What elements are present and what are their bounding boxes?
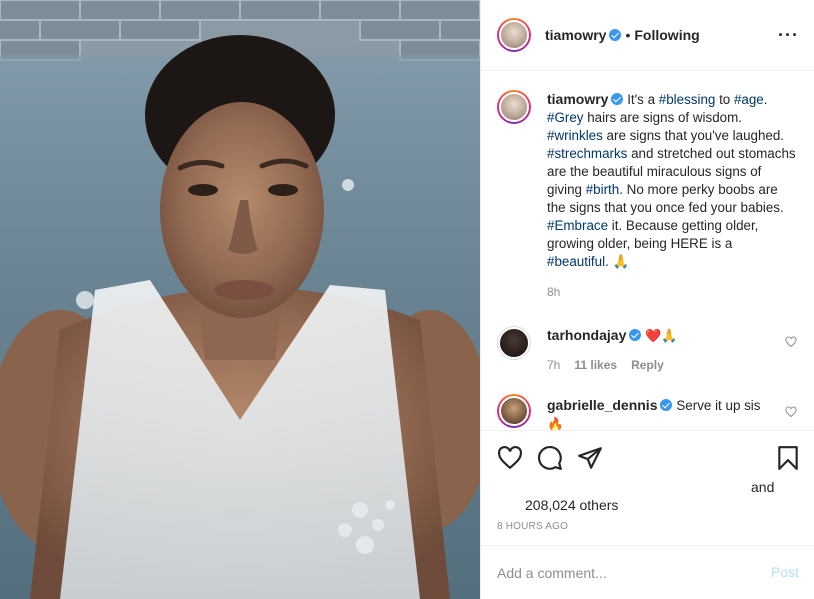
caption-fragment: . 🙏 [605,254,630,269]
verified-badge-icon [609,29,622,41]
hashtag-link[interactable]: #Grey [547,110,583,125]
comment-meta: 7h 11 likes Reply [547,358,664,372]
caption-fragment: to [715,92,734,107]
verified-badge-icon [611,93,624,105]
hashtag-link[interactable]: #blessing [659,92,716,107]
author-line: tiamowry • Following [545,27,700,45]
caption-fragment: It's a [623,92,659,107]
reply-button[interactable]: Reply [631,358,664,372]
post-header: tiamowry • Following ··· [481,0,814,71]
bookmark-icon[interactable] [775,445,801,471]
caption-body: It's a #blessing to #age. #Grey hairs ar… [547,92,796,269]
caption-fragment: . [763,92,768,107]
like-comment-heart-icon[interactable] [785,336,797,348]
author-username[interactable]: tiamowry [545,27,606,43]
likes-and-text: and [751,479,775,495]
hashtag-link[interactable]: #strechmarks [547,146,627,161]
like-comment-heart-icon[interactable] [785,406,797,418]
comment-text: ❤️🙏 [645,329,678,344]
post-details-panel: tiamowry • Following ··· tiamowry It's a #… [480,0,814,599]
share-icon[interactable] [577,445,603,471]
commenter-avatar[interactable] [497,326,531,360]
hashtag-link[interactable]: #age [734,92,764,107]
comment-body: gabrielle_dennis Serve it up sis 🔥 [547,396,777,430]
caption-fragment: hairs are signs of wisdom. [583,110,742,125]
add-comment-input[interactable] [497,562,747,584]
author-avatar[interactable] [497,18,531,52]
likes-count[interactable]: 208,024 others [525,497,618,513]
post-photo[interactable] [0,0,480,599]
post-comment-button[interactable]: Post [771,564,799,580]
selfie-in-pool-image [0,0,480,599]
caption-time: 8h [547,285,561,299]
caption-author-avatar[interactable] [497,90,531,124]
following-button[interactable]: Following [634,27,699,43]
caption-username[interactable]: tiamowry [547,91,608,107]
caption-text: tiamowry It's a #blessing to #age. #Grey… [547,90,797,301]
more-horizontal-icon[interactable]: ··· [778,26,799,44]
comment-body: tarhondajay ❤️🙏 [547,326,777,346]
post-actions: and 208,024 others 8 HOURS AGO [481,430,814,545]
hashtag-link[interactable]: #birth [586,182,620,197]
heart-icon[interactable] [497,445,523,471]
verified-badge-icon [660,399,673,411]
separator-dot: • [625,27,631,43]
commenter-username[interactable]: gabrielle_dennis [547,397,657,413]
caption-fragment: are signs that you've laughed. [602,128,785,143]
verified-badge-icon [629,329,642,341]
commenter-avatar[interactable] [497,394,531,428]
commenter-username[interactable]: tarhondajay [547,327,626,343]
hashtag-link[interactable]: #Embrace [547,218,608,233]
hashtag-link[interactable]: #beautiful [547,254,605,269]
comment-time: 7h [547,358,561,372]
comments-list[interactable]: tiamowry It's a #blessing to #age. #Grey… [481,72,814,430]
comment-icon[interactable] [537,445,563,471]
hashtag-link[interactable]: #wrinkles [547,128,603,143]
posted-time: 8 HOURS AGO [497,521,569,532]
add-comment-bar: Post [481,545,814,599]
comment-likes[interactable]: 11 likes [574,358,617,372]
